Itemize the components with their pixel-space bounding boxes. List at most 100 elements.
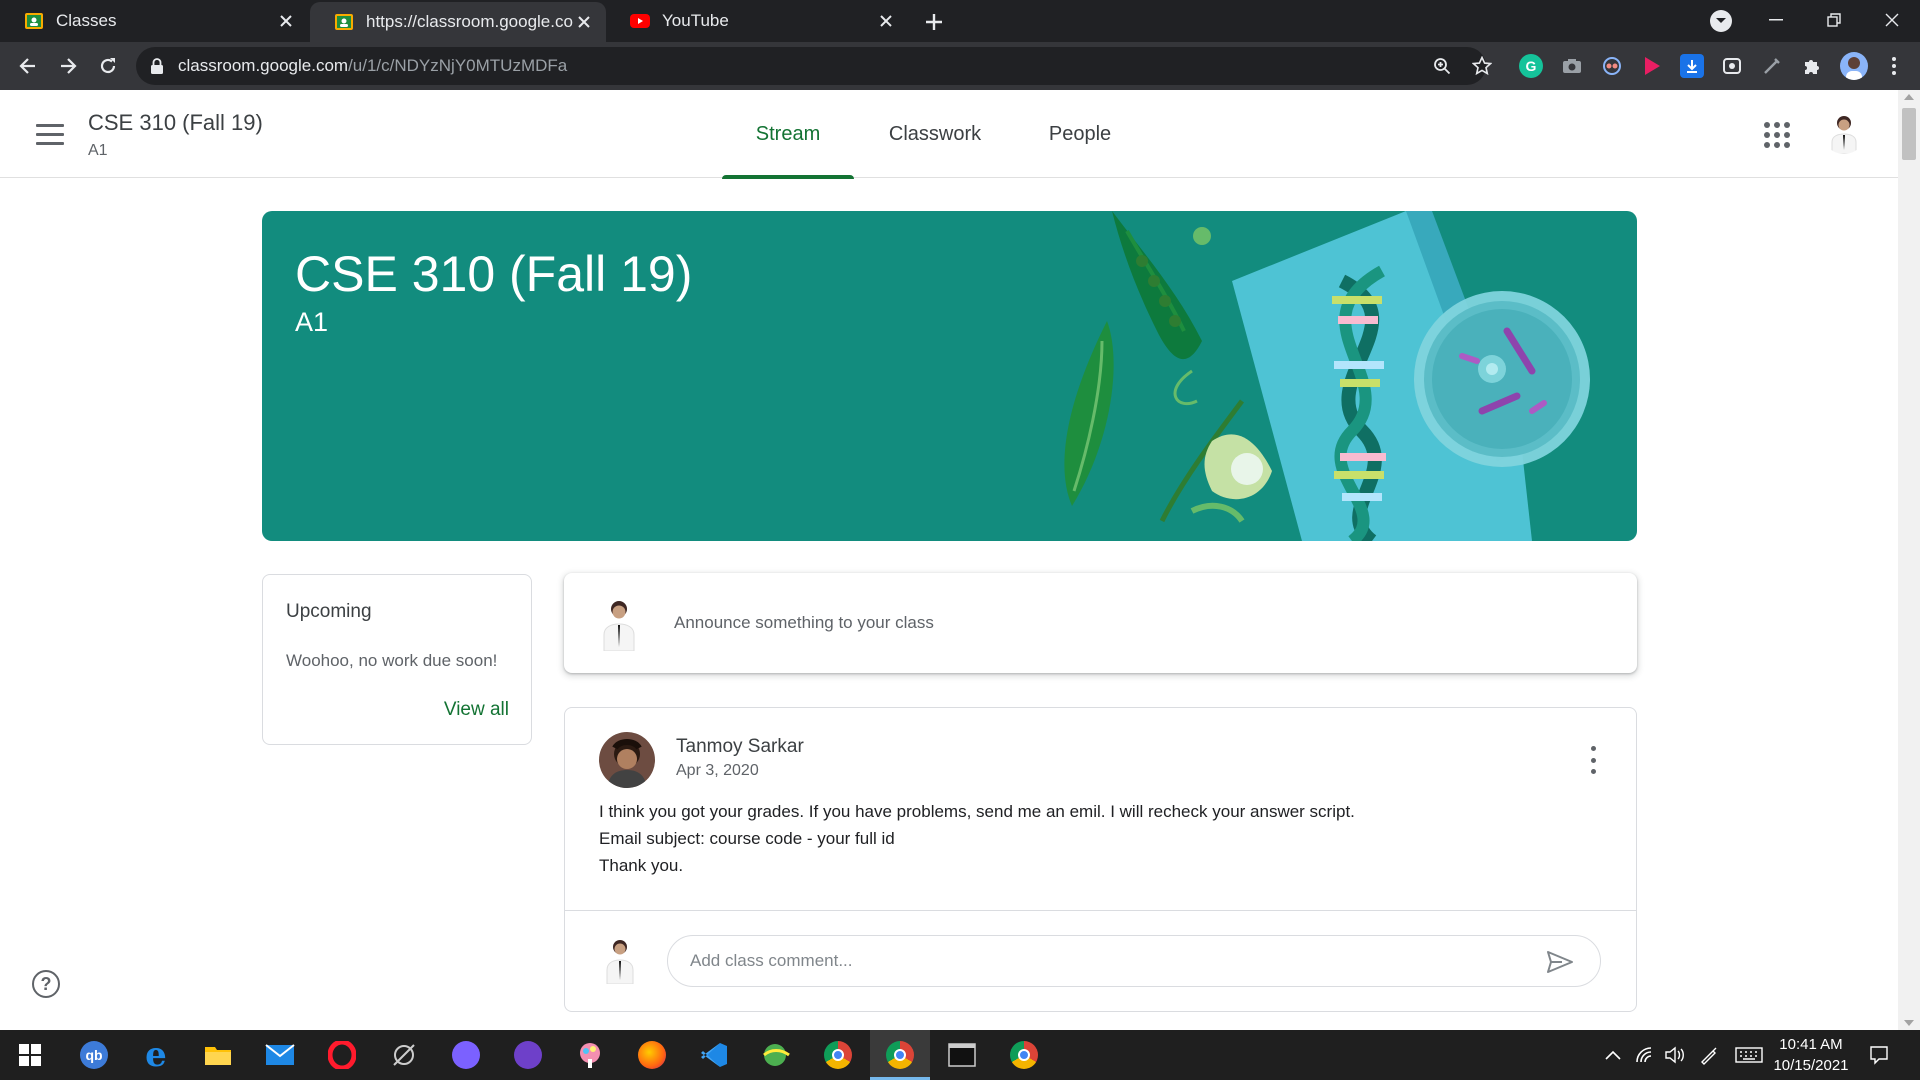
scrollbar-thumb[interactable] (1902, 108, 1916, 160)
play-extension-icon[interactable] (1640, 54, 1664, 78)
action-center-icon[interactable] (1868, 1045, 1890, 1065)
close-tab-icon[interactable] (574, 12, 594, 32)
terminal-taskbar-icon[interactable] (932, 1030, 992, 1080)
windows-taskbar: qb e 10:41 AM 10/15/2021 (0, 1030, 1920, 1080)
browser-tab-youtube[interactable]: YouTube (606, 0, 908, 42)
browser-tab-classroom[interactable]: https://classroom.google.com/u/ (310, 2, 606, 42)
class-banner[interactable]: CSE 310 (Fall 19) A1 (262, 211, 1637, 541)
upcoming-card: Upcoming Woohoo, no work due soon! View … (262, 574, 532, 745)
classroom-favicon-icon (335, 14, 353, 30)
account-avatar[interactable] (1822, 110, 1866, 154)
help-icon[interactable]: ? (32, 970, 60, 998)
globe-taskbar-icon[interactable] (746, 1030, 806, 1080)
paint-taskbar-icon[interactable] (560, 1030, 620, 1080)
firefox-taskbar-icon[interactable] (622, 1030, 682, 1080)
address-bar[interactable]: classroom.google.com/u/1/c/NDYzNjY0MTUzM… (136, 47, 1492, 85)
youtube-favicon-icon (630, 14, 650, 28)
biology-illustration (1064, 211, 1590, 541)
browser-tab-bar: Classes https://classroom.google.com/u/ … (0, 0, 1920, 42)
post-divider (565, 910, 1636, 911)
class-section: A1 (88, 142, 108, 159)
upcoming-title: Upcoming (286, 601, 372, 622)
reload-icon[interactable] (90, 48, 126, 84)
restore-icon[interactable] (1806, 0, 1862, 40)
bookmark-star-icon[interactable] (1472, 56, 1492, 76)
tab-people[interactable]: People (1036, 90, 1124, 178)
banner-section: A1 (295, 307, 329, 337)
banner-title: CSE 310 (Fall 19) (295, 246, 693, 302)
tab-label: YouTube (662, 11, 729, 30)
tab-label: https://classroom.google.com/u/ (366, 12, 574, 31)
chrome-taskbar-icon[interactable] (808, 1030, 868, 1080)
tab-label: Classes (56, 11, 117, 30)
author-avatar[interactable] (599, 732, 655, 788)
clock-date: 10/15/2021 (1773, 1057, 1849, 1074)
google-apps-icon[interactable] (1762, 120, 1792, 150)
extensions-puzzle-icon[interactable] (1800, 54, 1824, 78)
download-extension-icon[interactable] (1680, 54, 1704, 78)
close-window-icon[interactable] (1864, 0, 1920, 40)
lock-icon (151, 58, 163, 74)
announce-box[interactable]: Announce something to your class (564, 573, 1637, 673)
opera-taskbar-icon[interactable] (312, 1030, 372, 1080)
satellite-taskbar-icon[interactable] (374, 1030, 434, 1080)
url-path: /u/1/c/NDYzNjY0MTUzMDFa (348, 56, 568, 75)
tab-search-icon[interactable] (1710, 10, 1732, 32)
pen-extension-icon[interactable] (1760, 54, 1784, 78)
announce-placeholder: Announce something to your class (674, 613, 934, 632)
touch-keyboard-icon[interactable] (1734, 1045, 1764, 1065)
url-text: classroom.google.com/u/1/c/NDYzNjY0MTUzM… (178, 56, 567, 76)
vpn-extension-icon[interactable] (1600, 54, 1624, 78)
chrome-profile-taskbar-icon[interactable] (994, 1030, 1054, 1080)
zoom-icon[interactable] (1432, 56, 1452, 76)
classroom-header: CSE 310 (Fall 19) A1 Stream Classwork Pe… (0, 90, 1898, 179)
back-icon[interactable] (10, 48, 46, 84)
upcoming-message: Woohoo, no work due soon! (286, 651, 498, 670)
taskbar-clock[interactable]: 10:41 AM 10/15/2021 (1766, 1034, 1856, 1076)
profile-avatar-icon[interactable] (1840, 52, 1868, 80)
edge-taskbar-icon[interactable]: e (126, 1030, 186, 1080)
page-scrollbar[interactable] (1898, 90, 1920, 1030)
post-author: Tanmoy Sarkar (676, 736, 804, 757)
post-body: I think you got your grades. If you have… (599, 798, 1355, 879)
wifi-icon[interactable] (1634, 1045, 1656, 1065)
view-all-link[interactable]: View all (444, 699, 509, 721)
chrome-active-taskbar-icon[interactable] (870, 1030, 930, 1080)
github-taskbar-icon[interactable] (498, 1030, 558, 1080)
post-line: Thank you. (599, 856, 684, 875)
vscode-taskbar-icon[interactable] (684, 1030, 744, 1080)
stream-post: Tanmoy Sarkar Apr 3, 2020 I think you go… (564, 707, 1637, 1012)
qbittorrent-taskbar-icon[interactable]: qb (64, 1030, 124, 1080)
post-line: Email subject: course code - your full i… (599, 829, 895, 848)
clock-time: 10:41 AM (1779, 1036, 1843, 1053)
tab-stream[interactable]: Stream (722, 90, 854, 179)
show-hidden-icons-icon[interactable] (1602, 1045, 1624, 1065)
camera-extension-icon[interactable] (1560, 54, 1584, 78)
tab-classwork[interactable]: Classwork (872, 90, 998, 178)
browser-menu-icon[interactable] (1882, 54, 1906, 78)
windows-start-icon[interactable] (0, 1030, 60, 1080)
file-explorer-taskbar-icon[interactable] (188, 1030, 248, 1080)
volume-icon[interactable] (1664, 1045, 1686, 1065)
pen-workspace-icon[interactable] (1698, 1045, 1720, 1065)
browser-tab-classes[interactable]: Classes (0, 0, 308, 42)
class-comment-input[interactable]: Add class comment... (667, 935, 1601, 987)
grammarly-extension-icon[interactable]: G (1519, 54, 1543, 78)
minimize-icon[interactable] (1748, 0, 1804, 40)
screen-extension-icon[interactable] (1720, 54, 1744, 78)
forward-icon[interactable] (50, 48, 86, 84)
send-icon[interactable] (1546, 950, 1574, 974)
post-date: Apr 3, 2020 (676, 762, 759, 779)
mail-taskbar-icon[interactable] (250, 1030, 310, 1080)
class-title[interactable]: CSE 310 (Fall 19) (88, 110, 263, 136)
main-menu-icon[interactable] (30, 116, 70, 152)
comment-placeholder: Add class comment... (690, 951, 853, 970)
new-tab-icon[interactable] (922, 10, 946, 34)
browser-toolbar: classroom.google.com/u/1/c/NDYzNjY0MTUzM… (0, 42, 1920, 90)
classroom-favicon-icon (25, 13, 43, 29)
more-options-icon[interactable] (1588, 746, 1598, 774)
messenger-taskbar-icon[interactable] (436, 1030, 496, 1080)
close-tab-icon[interactable] (276, 11, 296, 31)
close-tab-icon[interactable] (876, 11, 896, 31)
user-avatar (599, 936, 641, 984)
